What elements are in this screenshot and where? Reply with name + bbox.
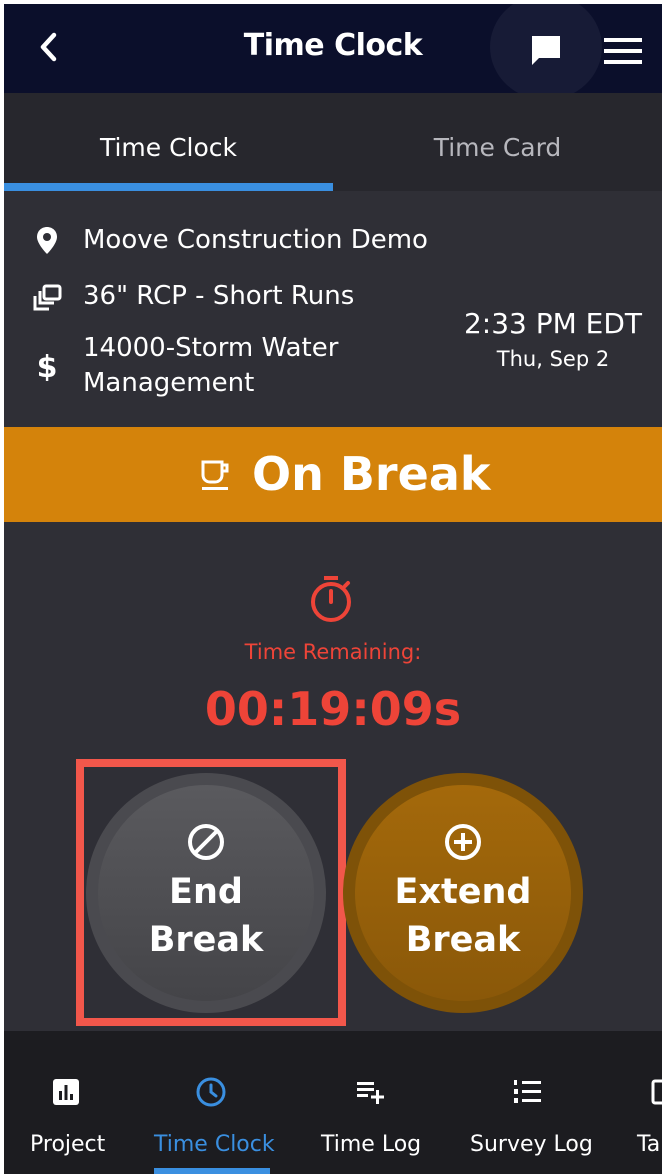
job-info-panel: Moove Construction Demo 36" RCP - Short … xyxy=(4,191,662,427)
plus-circle-icon xyxy=(445,824,481,860)
active-tab-indicator xyxy=(4,183,333,191)
stopwatch-icon xyxy=(311,576,351,622)
app-frame: Time Clock Time Clock Time Card Moove Co… xyxy=(4,4,662,1174)
extend-break-label-line2: Break xyxy=(405,920,521,960)
clock-icon xyxy=(196,1077,226,1107)
end-break-label-line1: End xyxy=(169,872,243,912)
playlist-add-icon xyxy=(357,1082,384,1104)
tab-time-card[interactable]: Time Card xyxy=(333,93,662,191)
nav-label-project: Project xyxy=(30,1132,106,1157)
extend-break-button-face[interactable]: Extend Break xyxy=(355,785,571,1001)
time-remaining-label: Time Remaining: xyxy=(244,640,422,664)
dollar-icon: $ xyxy=(37,351,58,381)
chat-icon[interactable] xyxy=(528,32,564,68)
tab-time-clock[interactable]: Time Clock xyxy=(4,93,333,191)
nav-item-survey-log[interactable]: Survey Log xyxy=(459,1044,599,1174)
end-break-button-face[interactable]: End Break xyxy=(98,785,314,1001)
nav-label-time-clock: Time Clock xyxy=(154,1132,275,1157)
current-date: Thu, Sep 2 xyxy=(496,347,610,371)
nav-label-survey-log: Survey Log xyxy=(470,1132,593,1157)
nav-item-project[interactable]: Project xyxy=(4,1044,134,1174)
end-break-label-line2: Break xyxy=(148,920,264,960)
tab-bar: Time Clock Time Card xyxy=(4,93,662,191)
chart-icon xyxy=(53,1079,79,1105)
current-time: 2:33 PM EDT xyxy=(463,307,643,340)
location-pin-icon xyxy=(37,227,57,254)
time-remaining-value: 00:19:09s xyxy=(204,682,462,736)
status-banner: On Break xyxy=(4,427,662,522)
task-name: 36" RCP - Short Runs xyxy=(83,281,355,311)
hamburger-menu-icon[interactable] xyxy=(602,36,644,66)
nav-item-tasks[interactable]: Ta xyxy=(624,1044,662,1174)
collection-icon xyxy=(33,284,62,311)
coffee-cup-icon xyxy=(201,460,229,490)
task-icon xyxy=(651,1079,662,1105)
block-icon xyxy=(188,824,224,860)
nav-active-indicator xyxy=(154,1168,270,1174)
end-break-button[interactable]: End Break xyxy=(86,773,326,1013)
cost-code-line1: 14000-Storm Water xyxy=(83,333,339,363)
nav-item-time-log[interactable]: Time Log xyxy=(304,1044,434,1174)
nav-item-time-clock[interactable]: Time Clock xyxy=(144,1044,278,1174)
extend-break-button[interactable]: Extend Break xyxy=(343,773,583,1013)
status-label: On Break xyxy=(252,447,491,501)
svg-text:$: $ xyxy=(37,351,58,381)
nav-label-time-log: Time Log xyxy=(321,1132,422,1157)
cost-code-line2: Management xyxy=(83,368,255,398)
numbered-list-icon xyxy=(514,1080,541,1103)
project-name: Moove Construction Demo xyxy=(83,225,428,255)
nav-label-tasks: Ta xyxy=(637,1132,661,1157)
app-header: Time Clock xyxy=(4,4,662,100)
extend-break-label-line1: Extend xyxy=(394,872,532,912)
